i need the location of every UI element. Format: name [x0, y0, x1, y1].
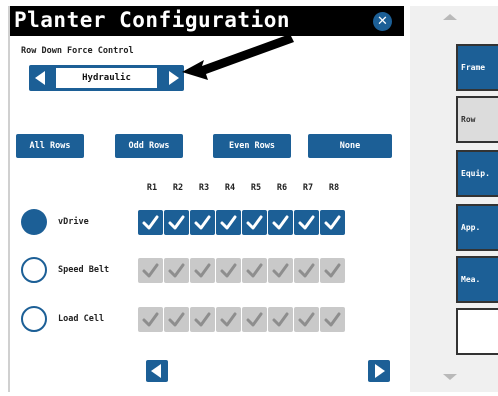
- row-label-speed-belt: Speed Belt: [58, 265, 110, 275]
- scroll-up-icon[interactable]: [443, 14, 457, 20]
- previous-option-button[interactable]: [29, 65, 51, 91]
- scroll-down-icon[interactable]: [443, 374, 457, 380]
- radio-speed-belt[interactable]: [21, 257, 47, 283]
- checkmark-icon: [324, 312, 341, 327]
- checkbox-speed-belt-r7[interactable]: [294, 258, 319, 283]
- column-header-r8: R8: [328, 183, 340, 193]
- checkbox-load-cell-r7[interactable]: [294, 307, 319, 332]
- checkbox-load-cell-r1[interactable]: [138, 307, 163, 332]
- checkmark-icon: [246, 215, 263, 230]
- column-header-r6: R6: [276, 183, 288, 193]
- checkbox-speed-belt-r1[interactable]: [138, 258, 163, 283]
- checkmark-icon: [298, 312, 315, 327]
- none-button[interactable]: None: [308, 134, 392, 158]
- checkmark-icon: [298, 263, 315, 278]
- checkbox-vdrive-r8[interactable]: [320, 210, 345, 235]
- page-right-button[interactable]: [368, 360, 390, 382]
- checkbox-vdrive-r3[interactable]: [190, 210, 215, 235]
- checkmark-icon: [168, 263, 185, 278]
- column-header-r1: R1: [146, 183, 158, 193]
- checkmark-icon: [168, 215, 185, 230]
- checkmark-icon: [142, 215, 159, 230]
- checkbox-vdrive-r7[interactable]: [294, 210, 319, 235]
- side-tab-frame[interactable]: Frame: [456, 44, 498, 91]
- arrow-right-icon: [375, 364, 385, 378]
- checkbox-speed-belt-r2[interactable]: [164, 258, 189, 283]
- row-label-vdrive: vDrive: [58, 217, 89, 227]
- side-panel: Frame Row Equip. App. Mea.: [410, 6, 498, 392]
- checkmark-icon: [142, 263, 159, 278]
- checkbox-speed-belt-r5[interactable]: [242, 258, 267, 283]
- checkmark-icon: [272, 215, 289, 230]
- checkmark-icon: [272, 263, 289, 278]
- checkmark-icon: [194, 215, 211, 230]
- checkbox-load-cell-r2[interactable]: [164, 307, 189, 332]
- planter-configuration-dialog: Planter Configuration ✕ Row Down Force C…: [8, 6, 404, 392]
- even-rows-button[interactable]: Even Rows: [213, 134, 291, 158]
- checkmark-icon: [168, 312, 185, 327]
- side-tab-equip[interactable]: Equip.: [456, 150, 498, 197]
- arrow-left-icon: [151, 364, 161, 378]
- row-label-load-cell: Load Cell: [58, 314, 105, 324]
- checkbox-vdrive-r6[interactable]: [268, 210, 293, 235]
- checkbox-vdrive-r5[interactable]: [242, 210, 267, 235]
- checkmark-icon: [298, 215, 315, 230]
- callout-arrow-icon: [182, 34, 294, 80]
- arrow-left-icon: [35, 71, 45, 85]
- checkbox-speed-belt-r6[interactable]: [268, 258, 293, 283]
- checkbox-load-cell-r5[interactable]: [242, 307, 267, 332]
- side-tab-mea[interactable]: Mea.: [456, 256, 498, 303]
- side-tab-blank[interactable]: [456, 308, 498, 355]
- close-icon[interactable]: ✕: [373, 12, 392, 31]
- column-header-r2: R2: [172, 183, 184, 193]
- checkmark-icon: [142, 312, 159, 327]
- side-tab-row[interactable]: Row: [456, 96, 498, 143]
- column-header-r4: R4: [224, 183, 236, 193]
- checkmark-icon: [194, 263, 211, 278]
- row-down-force-label: Row Down Force Control: [21, 46, 134, 56]
- page-left-button[interactable]: [146, 360, 168, 382]
- checkmark-icon: [246, 263, 263, 278]
- checkbox-speed-belt-r4[interactable]: [216, 258, 241, 283]
- checkmark-icon: [220, 312, 237, 327]
- checkmark-icon: [272, 312, 289, 327]
- column-header-r7: R7: [302, 183, 314, 193]
- odd-rows-button[interactable]: Odd Rows: [115, 134, 183, 158]
- radio-load-cell[interactable]: [21, 306, 47, 332]
- checkbox-load-cell-r3[interactable]: [190, 307, 215, 332]
- checkbox-speed-belt-r8[interactable]: [320, 258, 345, 283]
- checkmark-icon: [324, 215, 341, 230]
- checkmark-icon: [220, 263, 237, 278]
- checkmark-icon: [220, 215, 237, 230]
- checkbox-load-cell-r8[interactable]: [320, 307, 345, 332]
- row-down-force-value: Hydraulic: [56, 68, 157, 88]
- checkbox-vdrive-r4[interactable]: [216, 210, 241, 235]
- radio-vdrive[interactable]: [21, 209, 47, 235]
- checkbox-vdrive-r2[interactable]: [164, 210, 189, 235]
- column-header-r3: R3: [198, 183, 210, 193]
- all-rows-button[interactable]: All Rows: [16, 134, 84, 158]
- checkbox-vdrive-r1[interactable]: [138, 210, 163, 235]
- row-down-force-selector: Hydraulic: [29, 65, 184, 91]
- checkbox-speed-belt-r3[interactable]: [190, 258, 215, 283]
- checkbox-load-cell-r6[interactable]: [268, 307, 293, 332]
- checkmark-icon: [324, 263, 341, 278]
- checkmark-icon: [194, 312, 211, 327]
- checkmark-icon: [246, 312, 263, 327]
- column-header-r5: R5: [250, 183, 262, 193]
- side-tab-app[interactable]: App.: [456, 204, 498, 251]
- checkbox-load-cell-r4[interactable]: [216, 307, 241, 332]
